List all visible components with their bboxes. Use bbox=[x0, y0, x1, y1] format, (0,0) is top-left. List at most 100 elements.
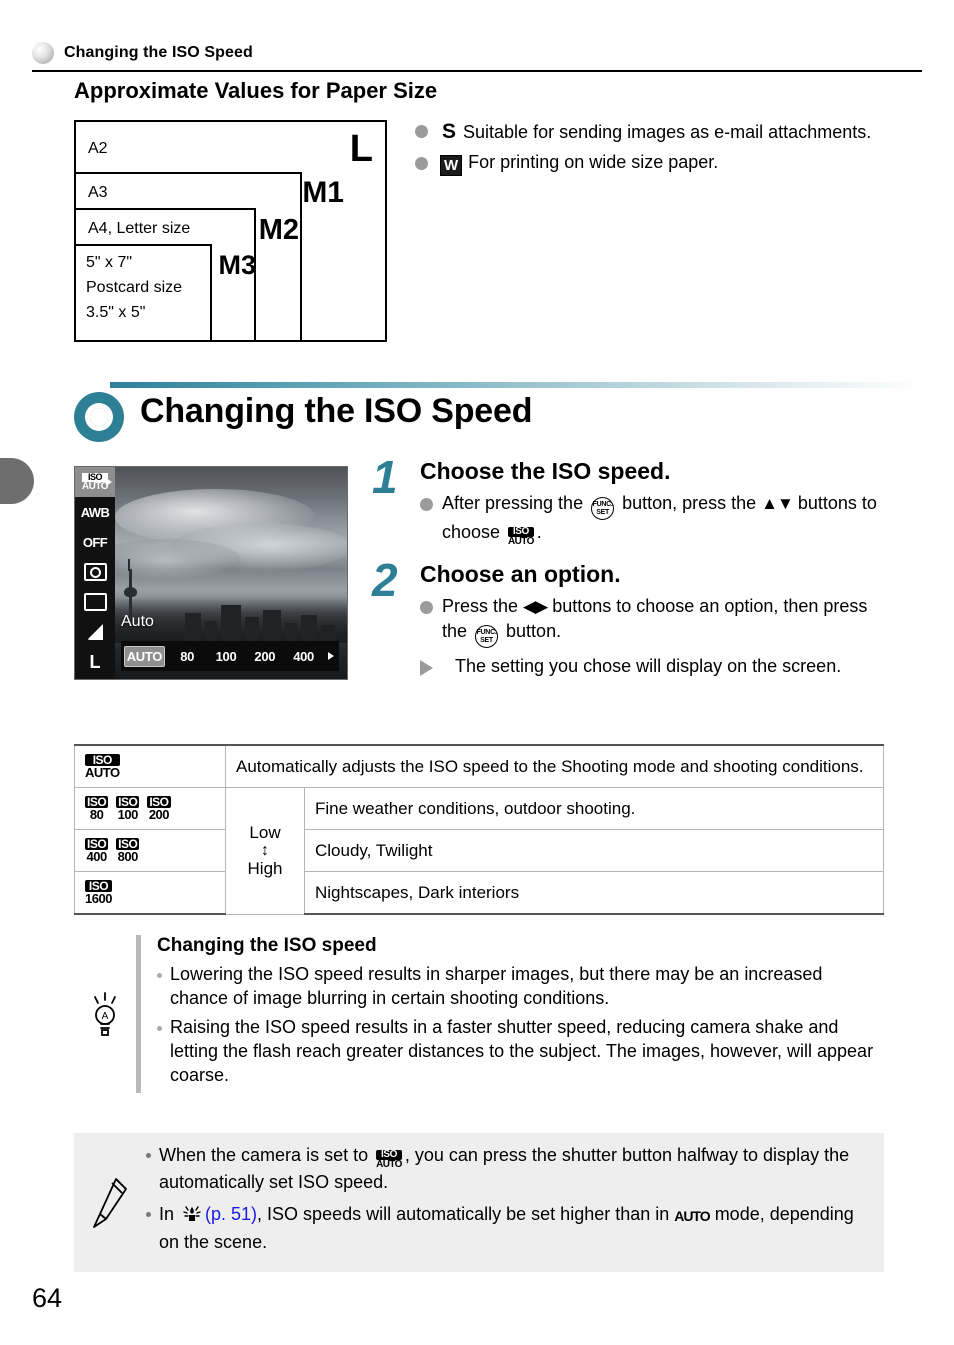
iso-description-cell: Nightscapes, Dark interiors bbox=[304, 871, 884, 915]
building-shape bbox=[301, 615, 317, 643]
bullet-dot-icon bbox=[415, 157, 428, 171]
bullet-dot-icon bbox=[415, 125, 428, 138]
building-shape bbox=[185, 613, 201, 643]
bullet-dot-icon bbox=[420, 498, 433, 511]
paper-size-diagram: A2 L A3 M1 A4, Letter size M2 5" x 7" Po… bbox=[74, 120, 387, 342]
running-header: Changing the ISO Speed bbox=[32, 42, 253, 64]
tips-content: Changing the ISO speed Lowering the ISO … bbox=[141, 935, 884, 1093]
result-triangle-icon bbox=[420, 659, 446, 676]
step-heading: Choose an option. bbox=[420, 561, 621, 587]
paper-size-bullets: S Suitable for sending images as e-mail a… bbox=[415, 118, 905, 180]
iso-800-icon: ISO 800 bbox=[116, 837, 140, 864]
left-right-arrows-icon: ◀▶ bbox=[523, 597, 548, 616]
iso-100-icon: ISO 100 bbox=[116, 795, 140, 822]
iso-description-cell: Cloudy, Twilight bbox=[304, 829, 884, 872]
step-text-tail: button. bbox=[501, 620, 562, 641]
awb-label: AWB bbox=[80, 504, 110, 520]
sidebar-item-image-size[interactable]: L bbox=[75, 647, 115, 677]
step-result-text: The setting you chose will display on th… bbox=[455, 655, 842, 676]
bullet-dot-icon bbox=[146, 1212, 151, 1218]
chevron-right-icon bbox=[106, 478, 112, 486]
iso-option-400[interactable]: 400 bbox=[284, 649, 323, 664]
page-number: 64 bbox=[32, 1283, 63, 1313]
iso-icon-cell: ISO 80 ISO 100 ISO 200 bbox=[74, 787, 226, 830]
drive-mode-icon bbox=[83, 593, 107, 611]
iso-speed-table: ISO AUTO Automatically adjusts the ISO sp… bbox=[74, 744, 884, 915]
building-shape bbox=[245, 617, 259, 643]
chevron-right-icon[interactable] bbox=[323, 652, 339, 660]
chapter-tab-marker bbox=[0, 458, 34, 504]
list-item: In (p. 51), ISO speeds will automaticall… bbox=[146, 1202, 866, 1254]
paper-label-postcard: Postcard size bbox=[86, 279, 183, 296]
tips-text: Raising the ISO speed results in a faste… bbox=[170, 1016, 874, 1085]
iso-description-cell: Fine weather conditions, outdoor shootin… bbox=[304, 787, 884, 830]
bullet-dot-icon bbox=[157, 1025, 162, 1031]
lcd-mode-label: Auto bbox=[121, 613, 154, 630]
iso-option-bar[interactable]: AUTO 80 100 200 400 bbox=[121, 641, 339, 671]
lcd-func-sidebar: ISO AUTO AWB OFF L bbox=[75, 467, 115, 679]
tips-callout: A Changing the ISO speed Lowering the IS… bbox=[74, 935, 884, 1093]
list-item: S Suitable for sending images as e-mail a… bbox=[415, 118, 905, 146]
sidebar-item-white-balance[interactable]: AWB bbox=[75, 497, 115, 527]
building-shape bbox=[285, 623, 297, 643]
bullet-text-s: Suitable for sending images as e-mail at… bbox=[463, 122, 872, 142]
level-arrow-icon: ↕ bbox=[261, 841, 269, 859]
step-result-line: The setting you chose will display on th… bbox=[420, 654, 892, 678]
iso-auto-icon: ISO AUTO bbox=[508, 526, 534, 547]
size-glyph-M1: M1 bbox=[302, 176, 344, 209]
iso-icon-cell: ISO 400 ISO 800 bbox=[74, 829, 226, 872]
bullet-dot-icon bbox=[157, 973, 162, 978]
bullet-text-w: For printing on wide size paper. bbox=[468, 152, 719, 173]
tips-text: Lowering the ISO speed results in sharpe… bbox=[170, 964, 823, 1008]
iso-icon-cell: ISO 1600 bbox=[74, 871, 226, 915]
iso-auto-icon: ISO AUTO bbox=[81, 471, 109, 492]
iso-1600-icon: ISO 1600 bbox=[85, 879, 112, 906]
building-shape bbox=[221, 605, 241, 643]
iso-option-100[interactable]: 100 bbox=[207, 649, 246, 664]
page-title: Changing the ISO Speed bbox=[140, 392, 533, 430]
flash-off-icon: OFF bbox=[82, 534, 108, 550]
step-text-mid: button, press the bbox=[617, 493, 762, 513]
section-gradient-rule bbox=[110, 382, 922, 388]
list-item: When the camera is set to ISO AUTO, you c… bbox=[146, 1143, 866, 1194]
bullet-dot-icon bbox=[146, 1153, 151, 1158]
manual-page: Changing the ISO Speed Approximate Value… bbox=[0, 0, 954, 1345]
sidebar-item-drive-mode[interactable] bbox=[75, 587, 115, 617]
size-glyph-S-icon: S bbox=[442, 120, 457, 143]
paper-label-a3: A3 bbox=[88, 184, 108, 201]
paper-label-a2: A2 bbox=[88, 140, 108, 157]
note-callout: When the camera is set to ISO AUTO, you c… bbox=[74, 1133, 884, 1273]
level-low-label: Low bbox=[249, 822, 281, 842]
sidebar-item-quality[interactable] bbox=[75, 617, 115, 647]
step-1: 1 Choose the ISO speed. After pressing t… bbox=[372, 454, 892, 547]
table-row: ISO 80 ISO 100 ISO 200 Low ↕ High Fine weat… bbox=[74, 787, 884, 915]
sphere-bullet-icon bbox=[32, 42, 54, 64]
size-glyph-W-icon: W bbox=[440, 155, 463, 177]
section-ring-icon bbox=[74, 392, 124, 442]
iso-auto-icon: ISO AUTO bbox=[85, 753, 120, 780]
page-reference-link[interactable]: (p. 51) bbox=[205, 1204, 257, 1224]
iso-80-icon: ISO 80 bbox=[85, 795, 109, 822]
list-item: Lowering the ISO speed results in sharpe… bbox=[157, 963, 884, 1011]
procedure-steps: 1 Choose the ISO speed. After pressing t… bbox=[372, 454, 892, 692]
step-heading: Choose the ISO speed. bbox=[420, 458, 671, 484]
sidebar-item-metering[interactable] bbox=[75, 557, 115, 587]
iso-option-auto[interactable]: AUTO bbox=[124, 645, 165, 667]
size-glyph-L: L bbox=[349, 128, 373, 170]
iso-option-200[interactable]: 200 bbox=[245, 649, 284, 664]
image-size-label: L bbox=[89, 651, 101, 672]
running-header-title: Changing the ISO Speed bbox=[64, 44, 253, 61]
sidebar-item-iso[interactable]: ISO AUTO bbox=[75, 467, 115, 497]
metering-icon bbox=[83, 563, 107, 581]
iso-option-80[interactable]: 80 bbox=[168, 649, 207, 664]
bullet-dot-icon bbox=[420, 601, 433, 614]
step-number: 2 bbox=[372, 554, 398, 606]
func-set-button-icon: FUNC. SET bbox=[591, 497, 615, 520]
func-set-button-icon: FUNC. SET bbox=[475, 624, 499, 648]
paper-label-a4: A4, Letter size bbox=[88, 220, 191, 237]
lightbulb-icon: A bbox=[74, 935, 136, 1093]
table-row: ISO 400 ISO 800 Cloudy, Twilight bbox=[74, 829, 884, 872]
paper-label-5x7: 5" x 7" bbox=[86, 254, 133, 271]
step-2: 2 Choose an option. Press the ◀▶ buttons… bbox=[372, 557, 892, 678]
sidebar-item-flash[interactable]: OFF bbox=[75, 527, 115, 557]
